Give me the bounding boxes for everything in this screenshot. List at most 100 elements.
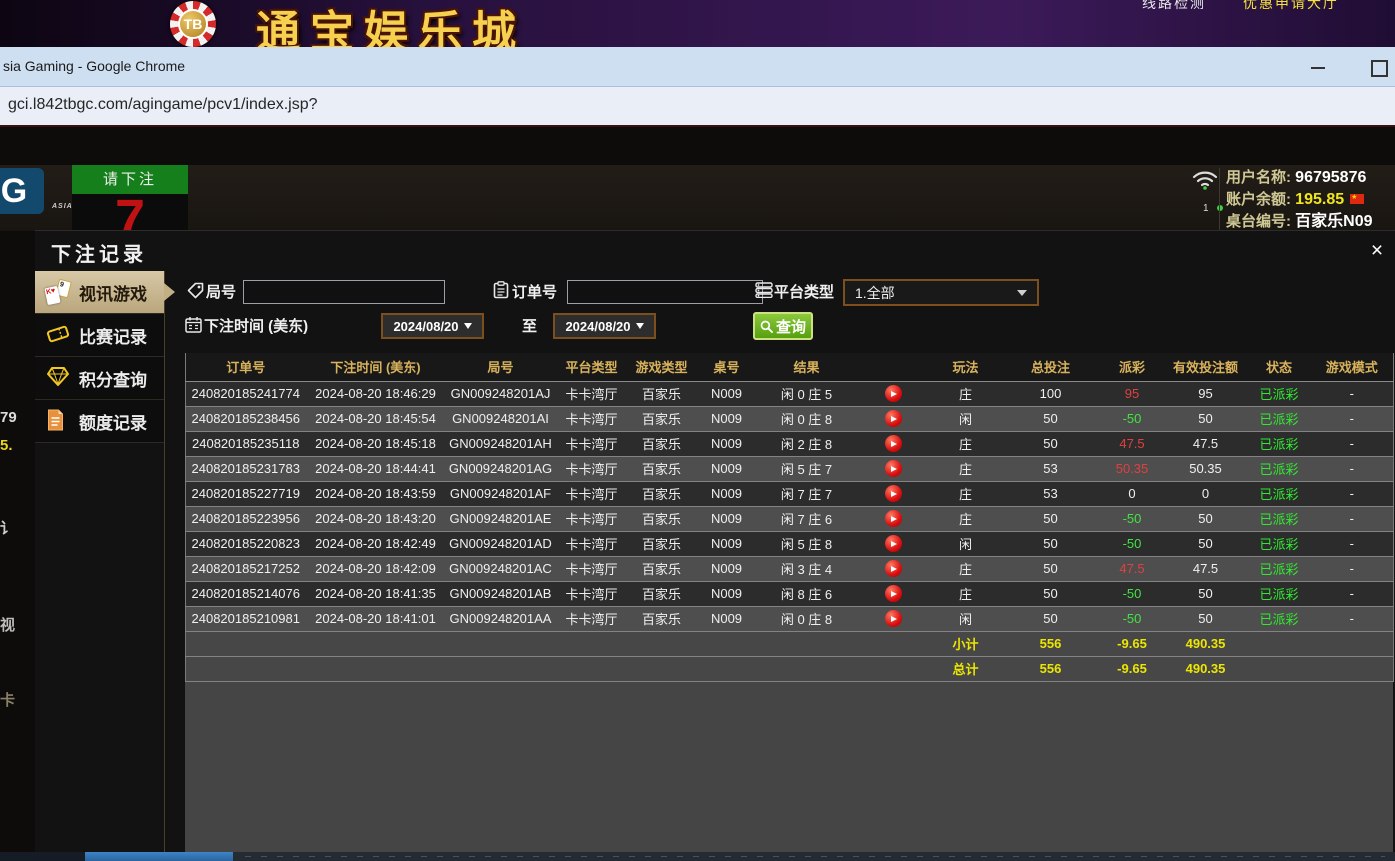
cell-valid-bet: 50 [1164, 581, 1248, 606]
cell-valid-bet: 47.5 [1164, 431, 1248, 456]
platform-type-select[interactable]: 1.全部 [843, 279, 1039, 306]
sidebar-item-points-query[interactable]: 积分查询 [35, 357, 164, 400]
user-name-value: 96795876 [1295, 169, 1366, 186]
date-to-value: 2024/08/20 [565, 319, 630, 334]
cell-bet-side: 闲 [931, 606, 1001, 631]
cell-valid-bet: 95 [1164, 381, 1248, 406]
cell-status: 已派彩 [1248, 556, 1311, 581]
cell-valid-bet: 50 [1164, 406, 1248, 431]
cell-bet-time: 2024-08-20 18:42:49 [306, 531, 446, 556]
sidebar-item-video-games[interactable]: 9 K♥ 视讯游戏 [35, 271, 164, 314]
cell-platform-type: 卡卡湾厅 [556, 481, 628, 506]
cell-total-bet: 53 [1001, 481, 1101, 506]
cell-game-type: 百家乐 [628, 456, 696, 481]
cell-payout: -50 [1101, 531, 1164, 556]
table-row: 2408201852208232024-08-20 18:42:49GN0092… [186, 531, 1394, 556]
replay-button[interactable] [885, 535, 902, 552]
play-icon [891, 491, 897, 497]
promo-hall-link[interactable]: 优惠申请大厅 [1243, 0, 1339, 13]
cell-payout: -50 [1101, 506, 1164, 531]
cell-table-number: N009 [696, 606, 758, 631]
cell-game-type: 百家乐 [628, 556, 696, 581]
user-info-panel: 用户名称: 96795876 账户余额: 195.85 桌台编号: 百家乐N09 [1226, 167, 1373, 233]
chevron-down-icon [464, 323, 472, 329]
totals-total-bet: 556 [1001, 656, 1101, 681]
cell-bet-side: 庄 [931, 456, 1001, 481]
cell-game-mode: - [1311, 556, 1394, 581]
sidebar-item-match-records[interactable]: 比赛记录 [35, 314, 164, 357]
scrollbar-thumb[interactable] [85, 852, 233, 861]
cell-game-type: 百家乐 [628, 406, 696, 431]
cell-bet-time: 2024-08-20 18:45:54 [306, 406, 446, 431]
table-row: 2408201852109812024-08-20 18:41:01GN0092… [186, 606, 1394, 631]
cell-table-number: N009 [696, 506, 758, 531]
cell-game-mode: - [1311, 581, 1394, 606]
table-body: 2408201852417742024-08-20 18:46:29GN0092… [186, 381, 1394, 681]
column-header: 局号 [446, 353, 556, 381]
horizontal-scrollbar[interactable] [0, 852, 1395, 861]
site-banner: TB 通宝娱乐城 线路检测 优惠申请大厅 [0, 0, 1395, 47]
maximize-button[interactable] [1355, 47, 1395, 86]
replay-button[interactable] [885, 460, 902, 477]
column-header: 玩法 [931, 353, 1001, 381]
date-to-label: 至 [522, 315, 537, 336]
cell-bet-side: 闲 [931, 406, 1001, 431]
cell-total-bet: 50 [1001, 506, 1101, 531]
cell-game-mode: - [1311, 406, 1394, 431]
cell-valid-bet: 50.35 [1164, 456, 1248, 481]
cell-platform-type: 卡卡湾厅 [556, 506, 628, 531]
date-from-picker[interactable]: 2024/08/20 [381, 313, 484, 339]
chrome-titlebar: sia Gaming - Google Chrome [0, 47, 1395, 87]
replay-button[interactable] [885, 585, 902, 602]
totals-spacer [186, 631, 931, 656]
replay-button[interactable] [885, 385, 902, 402]
chevron-down-icon [636, 323, 644, 329]
cell-status: 已派彩 [1248, 531, 1311, 556]
replay-button[interactable] [885, 610, 902, 627]
close-icon[interactable]: × [1365, 239, 1389, 263]
sidebar-item-credit-records[interactable]: 额度记录 [35, 400, 164, 443]
cell-table-number: N009 [696, 381, 758, 406]
table-row: 2408201852317832024-08-20 18:44:41GN0092… [186, 456, 1394, 481]
replay-button[interactable] [885, 560, 902, 577]
cell-order-number: 240820185223956 [186, 506, 306, 531]
cell-bet-time: 2024-08-20 18:46:29 [306, 381, 446, 406]
grand-total-row: 总计556-9.65490.35 [186, 656, 1394, 681]
replay-button[interactable] [885, 435, 902, 452]
replay-button[interactable] [885, 485, 902, 502]
round-number-input[interactable] [243, 280, 445, 304]
line-check-link[interactable]: 线路检测 [1142, 0, 1206, 13]
replay-button[interactable] [885, 510, 902, 527]
search-button[interactable]: 查询 [753, 312, 813, 340]
replay-button[interactable] [885, 410, 902, 427]
minimize-button[interactable] [1295, 47, 1341, 86]
totals-payout: -9.65 [1101, 631, 1164, 656]
list-icon [755, 282, 772, 299]
table-row: 2408201852277192024-08-20 18:43:59GN0092… [186, 481, 1394, 506]
column-header: 有效投注额 [1164, 353, 1248, 381]
records-table-area: 订单号下注时间 (美东)局号平台类型游戏类型桌号结果玩法总投注派彩有效投注额状态… [185, 353, 1393, 861]
totals-status [1248, 656, 1311, 681]
play-icon [891, 516, 897, 522]
order-number-input[interactable] [567, 280, 763, 304]
cell-valid-bet: 50 [1164, 606, 1248, 631]
subtotal-row: 小计556-9.65490.35 [186, 631, 1394, 656]
table-header-row: 订单号下注时间 (美东)局号平台类型游戏类型桌号结果玩法总投注派彩有效投注额状态… [186, 353, 1394, 381]
cell-round-number: GN009248201AG [446, 456, 556, 481]
background-text-fragment: 5. [0, 437, 13, 454]
cell-round-number: GN009248201AJ [446, 381, 556, 406]
date-to-picker[interactable]: 2024/08/20 [553, 313, 656, 339]
play-icon [891, 541, 897, 547]
chrome-address-bar[interactable]: gci.l842tbgc.com/agingame/pcv1/index.jsp… [0, 87, 1395, 127]
cell-result: 闲 5 庄 7 [758, 456, 856, 481]
cell-game-type: 百家乐 [628, 431, 696, 456]
cell-table-number: N009 [696, 431, 758, 456]
cell-replay [856, 556, 931, 581]
column-header: 派彩 [1101, 353, 1164, 381]
cell-total-bet: 50 [1001, 531, 1101, 556]
cell-round-number: GN009248201AC [446, 556, 556, 581]
play-icon [891, 416, 897, 422]
cell-platform-type: 卡卡湾厅 [556, 531, 628, 556]
cell-payout: 47.5 [1101, 431, 1164, 456]
sidebar-item-label: 视讯游戏 [79, 280, 147, 305]
